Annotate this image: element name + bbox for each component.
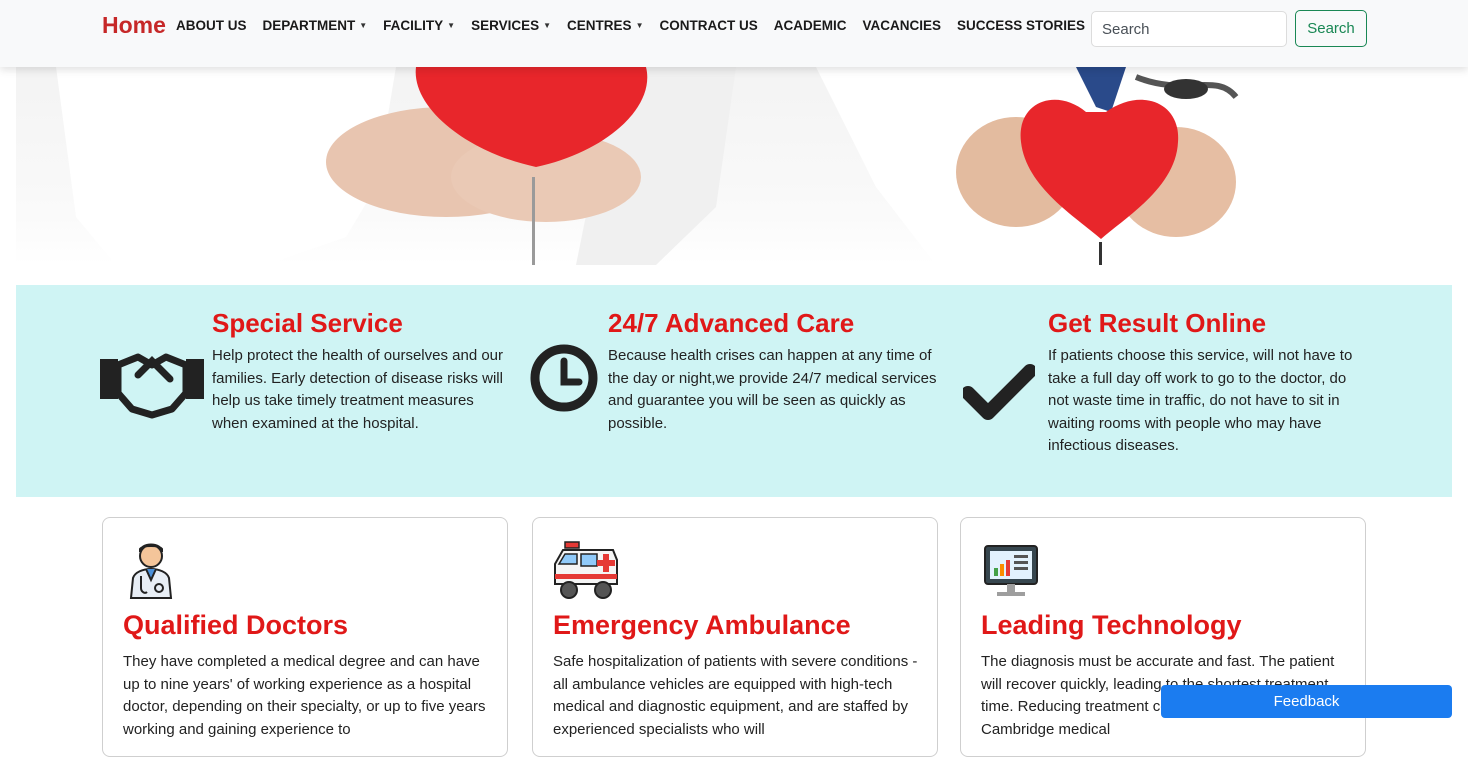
hero-banner-image: [16, 67, 1360, 265]
nav-item-success-stories[interactable]: SUCCESS STORIES: [957, 18, 1085, 33]
nav-item-contract-us[interactable]: CONTRACT US: [659, 18, 757, 33]
nav-item-services[interactable]: SERVICES ▼: [471, 18, 551, 33]
search-input[interactable]: [1091, 11, 1287, 47]
feature-advanced-care: 24/7 Advanced Care Because health crises…: [608, 308, 948, 435]
doctor-icon: [123, 540, 179, 605]
clock-icon: [530, 344, 598, 417]
card-text: They have completed a medical degree and…: [123, 653, 486, 738]
feature-title: 24/7 Advanced Care: [608, 308, 855, 338]
search-button[interactable]: Search: [1295, 10, 1367, 47]
feature-title: Special Service: [212, 308, 403, 338]
monitor-chart-icon: [981, 540, 1041, 605]
nav-item-about-us[interactable]: ABOUT US: [176, 18, 247, 33]
feature-title: Get Result Online: [1048, 308, 1267, 338]
feature-special-service: Special Service Help protect the health …: [212, 308, 512, 435]
card-title: Leading Technology: [981, 610, 1242, 640]
top-navbar: Home ABOUT US DEPARTMENT ▼ FACILITY ▼ SERV…: [0, 0, 1468, 67]
ambulance-icon: [553, 540, 619, 607]
nav-item-facility[interactable]: FACILITY ▼: [383, 18, 455, 33]
nav-menu: ABOUT US DEPARTMENT ▼ FACILITY ▼ SERVICES ▼…: [176, 18, 1101, 33]
nav-item-vacancies[interactable]: VACANCIES: [862, 18, 941, 33]
handshake-icon: [100, 347, 204, 424]
nav-item-academic[interactable]: ACADEMIC: [774, 18, 847, 33]
card-title: Emergency Ambulance: [553, 610, 851, 640]
card-qualified-doctors: Qualified Doctors They have completed a …: [102, 517, 508, 757]
feature-result-online: Get Result Online If patients choose thi…: [1048, 308, 1370, 458]
caret-down-icon: ▼: [543, 21, 552, 30]
card-text: Safe hospitalization of patients with se…: [553, 653, 918, 738]
caret-down-icon: ▼: [447, 21, 456, 30]
feature-text: Because health crises can happen at any …: [608, 347, 937, 432]
brand-home-link[interactable]: Home: [102, 12, 166, 39]
card-title: Qualified Doctors: [123, 610, 349, 640]
features-section: Special Service Help protect the health …: [16, 285, 1452, 497]
feedback-button[interactable]: Feedback: [1161, 685, 1452, 718]
feature-text: If patients choose this service, will no…: [1048, 347, 1353, 454]
caret-down-icon: ▼: [635, 21, 644, 30]
nav-item-centres[interactable]: CENTRES ▼: [567, 18, 643, 33]
hero-illustration: [56, 67, 1360, 265]
caret-down-icon: ▼: [359, 21, 368, 30]
card-emergency-ambulance: Emergency Ambulance Safe hospitalization…: [532, 517, 938, 757]
nav-item-department[interactable]: DEPARTMENT ▼: [263, 18, 368, 33]
feature-text: Help protect the health of ourselves and…: [212, 347, 504, 432]
card-leading-technology: Leading Technology The diagnosis must be…: [960, 517, 1366, 757]
checkmark-icon: [961, 363, 1037, 426]
